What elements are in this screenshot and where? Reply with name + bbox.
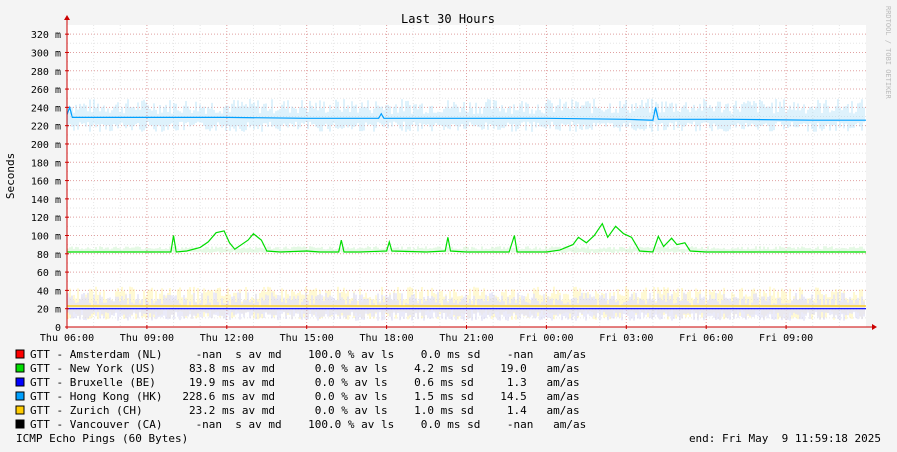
legend-entry: GTT - New York (US) 83.8 ms av md 0.0 % … [30,362,580,375]
legend-swatch [15,405,25,415]
legend-swatch [15,349,25,359]
x-tick-label: Fri 00:00 [519,333,573,344]
legend-swatch [15,377,25,387]
legend-swatch [15,419,25,429]
x-tick-label: Thu 12:00 [200,333,254,344]
legend: GTT - Amsterdam (NL) -nan s av md 100.0 … [15,348,586,431]
y-tick-label: 240 m [31,103,61,114]
x-tick-label: Thu 06:00 [40,333,94,344]
x-tick-label: Thu 21:00 [439,333,493,344]
legend-swatch [15,391,25,401]
x-tick-label: Fri 06:00 [679,333,733,344]
rrd-graph: 0 20 m 40 m 60 m 80 m 100 m 120 m 140 m 160 m 180… [0,0,897,452]
legend-entry: GTT - Vancouver (CA) -nan s av md 100.0 … [30,418,586,431]
y-tick-label: 140 m [31,195,61,206]
y-axis-label: Seconds [4,153,17,199]
legend-swatch [15,363,25,373]
legend-entry: GTT - Hong Kong (HK) 228.6 ms av md 0.0 … [30,390,580,403]
footer-end-time: end: Fri May 9 11:59:18 2025 [689,432,881,445]
x-tick-label: Thu 09:00 [120,333,174,344]
y-tick-label: 200 m [31,140,61,151]
y-tick-label: 40 m [37,286,61,297]
chart-title: Last 30 Hours [401,12,495,26]
legend-entry: GTT - Bruxelle (BE) 19.9 ms av md 0.0 % … [30,376,580,389]
y-tick-label: 20 m [37,305,61,316]
y-tick-label: 60 m [37,268,61,279]
rrdtool-watermark: RRDTOOL / TOBI OETIKER [884,6,892,100]
y-tick-label: 260 m [31,85,61,96]
y-tick-label: 180 m [31,158,61,169]
y-tick-label: 80 m [37,250,61,261]
y-tick-label: 320 m [31,30,61,41]
y-tick-label: 120 m [31,213,61,224]
y-tick-label: 160 m [31,177,61,188]
legend-entry: GTT - Zurich (CH) 23.2 ms av md 0.0 % av… [30,404,580,417]
ping-chart: 020 m40 m60 m80 m100 m120 m140 m160 m180… [0,0,897,452]
y-tick-label: 100 m [31,231,61,242]
y-tick-label: 220 m [31,122,61,133]
x-tick-label: Fri 03:00 [599,333,653,344]
footer-description: ICMP Echo Pings (60 Bytes) [16,432,188,445]
x-tick-label: Fri 09:00 [759,333,813,344]
y-tick-label: 300 m [31,48,61,59]
legend-entry: GTT - Amsterdam (NL) -nan s av md 100.0 … [30,348,586,361]
x-tick-label: Thu 15:00 [280,333,334,344]
x-tick-label: Thu 18:00 [360,333,414,344]
y-tick-label: 280 m [31,67,61,78]
